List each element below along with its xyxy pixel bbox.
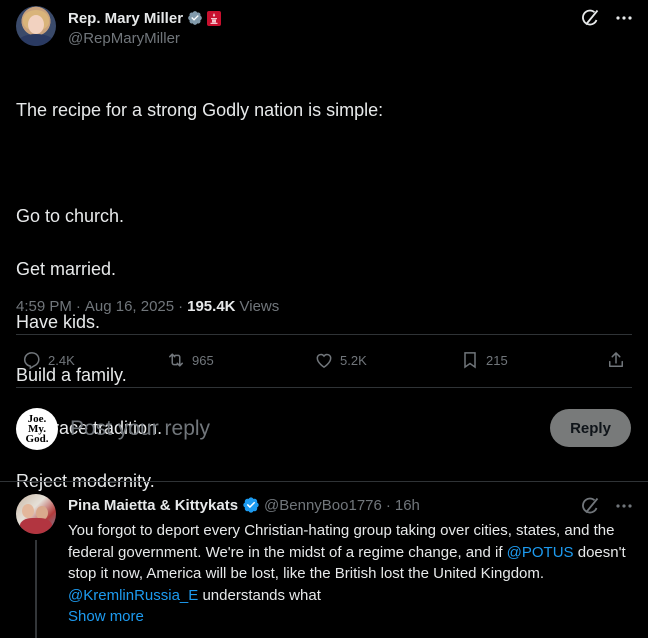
government-badge-icon	[207, 10, 222, 26]
reply-input[interactable]: Post your reply	[70, 417, 210, 441]
grok-icon[interactable]	[580, 8, 600, 28]
grok-icon[interactable]	[580, 496, 600, 516]
post-meta: 4:59 PM · Aug 16, 2025 · 195.4K Views	[16, 298, 279, 315]
user-avatar-logo[interactable]: Joe. My. God.	[16, 408, 58, 450]
more-icon[interactable]	[614, 496, 634, 516]
avatar-clothing	[20, 518, 52, 534]
avatar-face	[28, 15, 44, 34]
share-icon	[609, 352, 623, 367]
reply-action[interactable]: 2.4K	[22, 350, 75, 370]
author-info: Rep. Mary Miller @RepMaryMiller	[68, 8, 222, 47]
post-top-actions	[580, 8, 634, 28]
repost-icon	[169, 353, 183, 367]
author-handle[interactable]: @RepMaryMiller	[68, 30, 221, 47]
author-name[interactable]: Rep. Mary Miller	[68, 10, 183, 27]
logo-line: God.	[25, 433, 49, 445]
repost-count: 965	[192, 352, 214, 368]
post-text-line: Go to church.	[16, 205, 125, 226]
mention-link[interactable]: @KremlinRussia_E	[68, 587, 198, 604]
post-text-line: The recipe for a strong Godly nation is …	[16, 99, 384, 120]
post-text-line: Get married.	[16, 258, 117, 279]
thread-line	[35, 540, 37, 638]
bookmark-icon	[464, 352, 476, 369]
author-avatar[interactable]	[16, 6, 56, 46]
engagement-bar: 2.4K 965 5.2K 215	[16, 350, 632, 378]
like-icon	[316, 353, 332, 368]
post-date[interactable]: Aug 16, 2025	[85, 298, 174, 315]
mention-link[interactable]: @POTUS	[507, 544, 574, 561]
reply-time[interactable]: 16h	[395, 497, 420, 514]
reply-icon	[23, 352, 40, 370]
post-text-line	[16, 150, 383, 177]
reply-button[interactable]: Reply	[550, 409, 631, 447]
reply-text-segment: understands what	[198, 586, 321, 604]
views-label: Views	[239, 298, 280, 315]
avatar-person	[22, 504, 34, 518]
reply-author-avatar[interactable]	[16, 494, 56, 534]
divider	[16, 387, 632, 388]
avatar-shirt	[18, 34, 54, 46]
more-icon[interactable]	[614, 8, 634, 28]
bookmark-action[interactable]: 215	[460, 350, 508, 370]
meta-separator: ·	[178, 298, 184, 315]
show-more-link[interactable]: Show more	[68, 608, 144, 625]
post-time[interactable]: 4:59 PM	[16, 298, 72, 315]
reply-header: Pina Maietta & Kittykats @BennyBoo1776 ·…	[68, 496, 420, 514]
share-action[interactable]	[606, 350, 626, 370]
like-count: 5.2K	[340, 352, 367, 368]
reply-post[interactable]: Pina Maietta & Kittykats @BennyBoo1776 ·…	[0, 482, 648, 638]
reply-composer: Joe. My. God. Post your reply Reply	[0, 405, 648, 455]
verified-badge-icon	[243, 497, 259, 513]
reply-author-handle[interactable]: @BennyBoo1776	[264, 497, 382, 514]
like-action[interactable]: 5.2K	[314, 350, 367, 370]
reply-text: You forgot to deport every Christian-hat…	[68, 520, 634, 606]
meta-separator: ·	[75, 298, 81, 315]
reply-top-actions	[580, 496, 634, 516]
reply-count: 2.4K	[48, 352, 75, 368]
header-separator: ·	[385, 496, 391, 514]
bookmark-count: 215	[486, 352, 508, 368]
divider	[16, 334, 632, 335]
verified-badge-icon	[188, 11, 202, 25]
views-count: 195.4K	[187, 298, 236, 315]
reply-author-name[interactable]: Pina Maietta & Kittykats	[68, 497, 238, 514]
repost-action[interactable]: 965	[166, 350, 214, 370]
